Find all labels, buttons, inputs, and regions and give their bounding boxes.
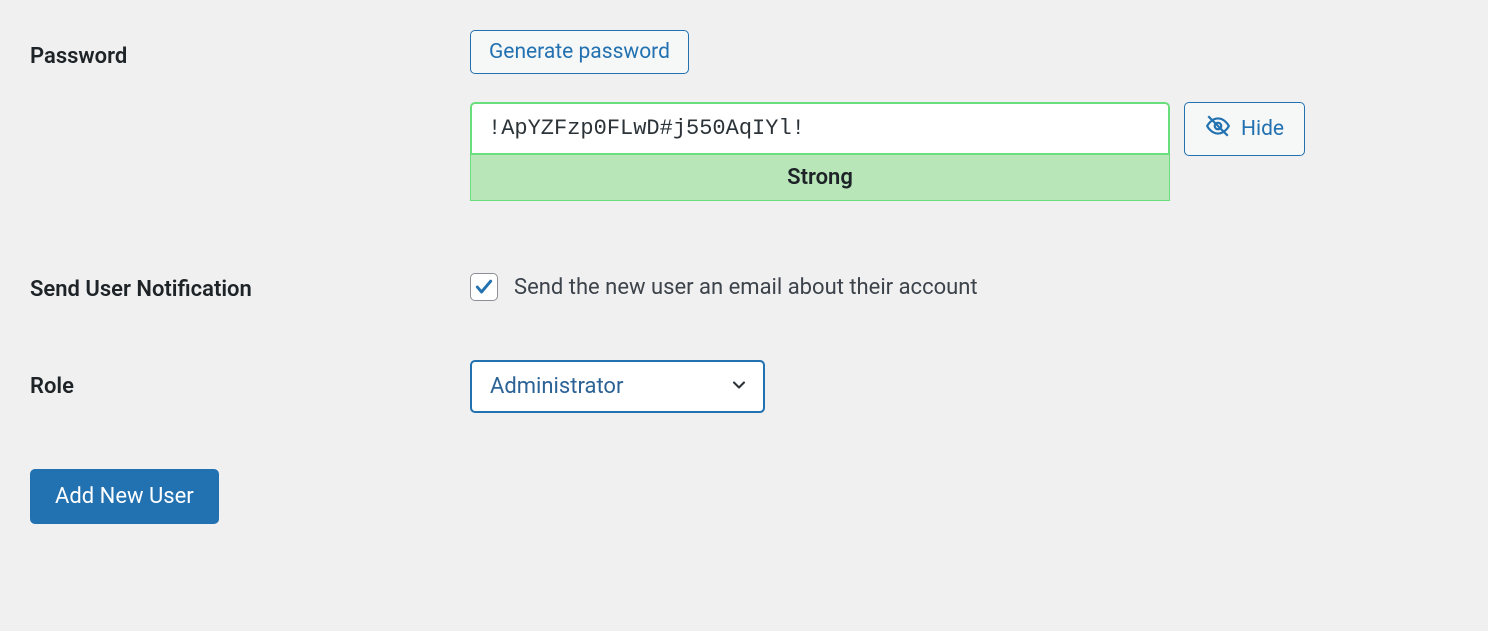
password-input-wrap: Strong Hide: [470, 102, 1458, 201]
eye-slash-icon: [1205, 113, 1231, 145]
checkmark-icon: [474, 277, 494, 297]
generate-password-button[interactable]: Generate password: [470, 30, 689, 74]
generate-password-label: Generate password: [489, 40, 670, 64]
hide-password-button[interactable]: Hide: [1184, 102, 1305, 156]
password-input-group: Strong: [470, 102, 1170, 201]
add-new-user-label: Add New User: [55, 484, 194, 509]
role-row: Role Administrator: [30, 360, 1458, 413]
notification-field: Send the new user an email about their a…: [470, 263, 1458, 301]
notification-row: Send User Notification Send the new user…: [30, 263, 1458, 302]
add-new-user-button[interactable]: Add New User: [30, 469, 219, 524]
password-row: Password Generate password Strong: [30, 30, 1458, 201]
password-input[interactable]: [470, 102, 1170, 155]
notification-label: Send User Notification: [30, 263, 470, 302]
send-notification-checkbox[interactable]: [470, 273, 498, 301]
notification-checkbox-wrap: Send the new user an email about their a…: [470, 263, 1458, 301]
role-label: Role: [30, 360, 470, 399]
role-select[interactable]: Administrator: [470, 360, 765, 413]
role-select-wrap: Administrator: [470, 360, 765, 413]
hide-password-label: Hide: [1241, 117, 1284, 141]
password-field-group: Generate password Strong Hide: [470, 30, 1458, 201]
password-strength-meter: Strong: [470, 155, 1170, 201]
role-field: Administrator: [470, 360, 1458, 413]
password-label: Password: [30, 30, 470, 69]
notification-checkbox-label: Send the new user an email about their a…: [514, 275, 978, 300]
